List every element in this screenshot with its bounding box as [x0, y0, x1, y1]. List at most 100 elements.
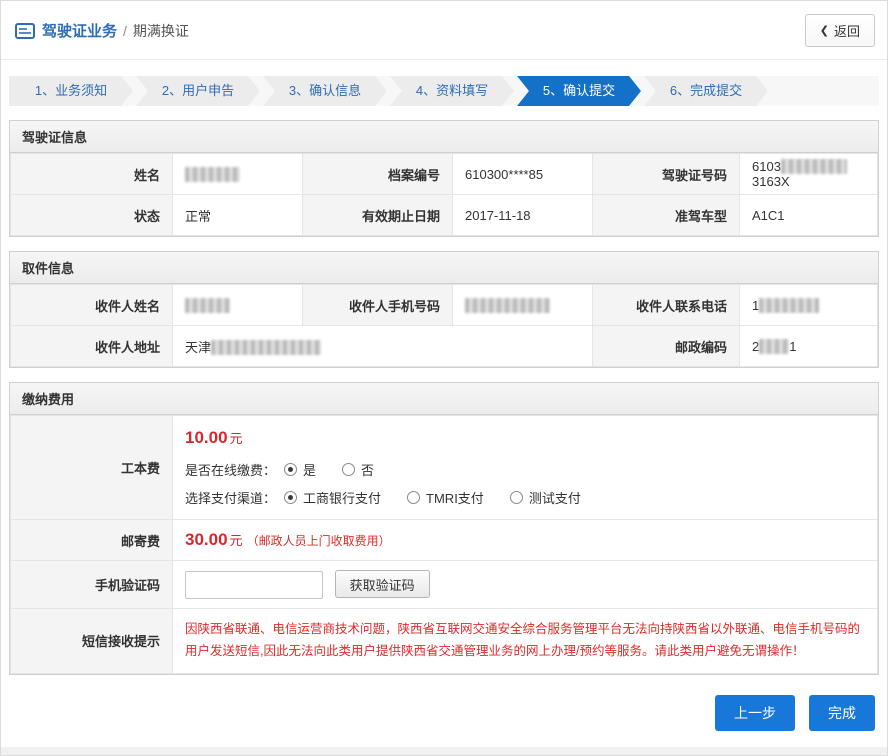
finish-button[interactable]: 完成	[809, 695, 875, 731]
radio-online-pay-yes[interactable]: 是	[284, 460, 316, 479]
captcha-cell: 获取验证码	[173, 561, 878, 609]
redacted-recipient-name	[185, 298, 230, 313]
table-row: 姓名 档案编号 610300****85 驾驶证号码 61033163X	[11, 154, 878, 195]
phone-prefix: 1	[752, 298, 759, 313]
radio-unchecked-icon	[510, 491, 523, 504]
recipient-address-value: 天津	[173, 326, 593, 367]
file-no-label: 档案编号	[303, 154, 453, 195]
channel-test-label: 测试支付	[529, 488, 581, 507]
radio-channel-icbc[interactable]: 工商银行支付	[284, 488, 381, 507]
license-no-value: 61033163X	[740, 154, 878, 195]
expiry-value: 2017-11-18	[453, 195, 593, 236]
step-label: 2、用户申告	[162, 83, 234, 98]
production-fee-amount-line: 10.00元	[185, 428, 865, 448]
redacted-address	[211, 340, 321, 355]
step-item[interactable]: 4、资料填写	[390, 76, 514, 106]
step-label: 4、资料填写	[416, 83, 488, 98]
redacted-name	[185, 167, 240, 182]
redacted-mobile	[465, 298, 550, 313]
pay-channel-caption: 选择支付渠道：	[185, 488, 276, 507]
license-card-icon	[15, 23, 35, 39]
license-info-section: 驾驶证信息 姓名 档案编号 610300****85 驾驶证号码 6103316…	[9, 120, 879, 237]
step-item[interactable]: 6、完成提交	[644, 76, 768, 106]
captcha-input[interactable]	[185, 571, 323, 599]
postal-prefix: 2	[752, 339, 759, 354]
step-label: 5、确认提交	[543, 83, 615, 98]
table-row: 手机验证码 获取验证码	[11, 561, 878, 609]
production-fee-unit: 元	[230, 431, 243, 446]
redacted-postal	[759, 339, 789, 354]
name-label: 姓名	[11, 154, 173, 195]
license-no-label: 驾驶证号码	[593, 154, 740, 195]
postal-code-label: 邮政编码	[593, 326, 740, 367]
table-row: 状态 正常 有效期止日期 2017-11-18 准驾车型 A1C1	[11, 195, 878, 236]
breadcrumb-current: 期满换证	[133, 21, 189, 41]
pickup-info-section: 取件信息 收件人姓名 收件人手机号码 收件人联系电话 1 收件人地址 天津 邮政…	[9, 251, 879, 368]
table-row: 短信接收提示 因陕西省联通、电信运营商技术问题，陕西省互联网交通安全综合服务管理…	[11, 609, 878, 674]
channel-icbc-label: 工商银行支付	[303, 488, 381, 507]
redacted-phone	[759, 298, 819, 313]
step-item[interactable]: 2、用户申告	[136, 76, 260, 106]
step-label: 3、确认信息	[289, 83, 361, 98]
radio-unchecked-icon	[342, 463, 355, 476]
step-item[interactable]: 1、业务须知	[9, 76, 133, 106]
step-navigation: 1、业务须知 2、用户申告 3、确认信息 4、资料填写 5、确认提交 6、完成提…	[9, 76, 879, 106]
page-header: 驾驶证业务 / 期满换证 ❮ 返回	[1, 1, 887, 60]
recipient-phone-value: 1	[740, 285, 878, 326]
sms-tip-label: 短信接收提示	[11, 609, 173, 674]
mail-fee-unit: 元	[230, 533, 243, 548]
status-value: 正常	[173, 195, 303, 236]
redacted-license-no	[781, 159, 847, 174]
license-no-suffix: 3163X	[752, 174, 790, 189]
pickup-section-title: 取件信息	[10, 252, 878, 284]
radio-yes-label: 是	[303, 460, 316, 479]
radio-checked-icon	[284, 491, 297, 504]
previous-step-button[interactable]: 上一步	[715, 695, 795, 731]
step-item[interactable]: 5、确认提交	[517, 76, 641, 106]
recipient-mobile-value	[453, 285, 593, 326]
radio-channel-test[interactable]: 测试支付	[510, 488, 581, 507]
radio-online-pay-no[interactable]: 否	[342, 460, 374, 479]
recipient-name-label: 收件人姓名	[11, 285, 173, 326]
mail-fee-cell: 30.00元（邮政人员上门收取费用）	[173, 520, 878, 561]
address-prefix: 天津	[185, 340, 211, 355]
expiry-label: 有效期止日期	[303, 195, 453, 236]
table-row: 收件人姓名 收件人手机号码 收件人联系电话 1	[11, 285, 878, 326]
radio-unchecked-icon	[407, 491, 420, 504]
recipient-address-label: 收件人地址	[11, 326, 173, 367]
production-fee-cell: 10.00元 是否在线缴费： 是 否 选择支付渠道：	[173, 416, 878, 520]
get-captcha-button[interactable]: 获取验证码	[335, 570, 430, 598]
table-row: 邮寄费 30.00元（邮政人员上门收取费用）	[11, 520, 878, 561]
breadcrumb-separator: /	[123, 23, 127, 39]
fee-section: 缴纳费用 工本费 10.00元 是否在线缴费： 是 否	[9, 382, 879, 675]
radio-no-label: 否	[361, 460, 374, 479]
production-fee-amount: 10.00	[185, 428, 228, 447]
status-label: 状态	[11, 195, 173, 236]
license-no-prefix: 6103	[752, 159, 781, 174]
radio-checked-icon	[284, 463, 297, 476]
sms-tip-cell: 因陕西省联通、电信运营商技术问题，陕西省互联网交通安全综合服务管理平台无法向持陕…	[173, 609, 878, 674]
bottom-strip	[1, 747, 887, 755]
mail-fee-note: （邮政人员上门收取费用）	[247, 534, 391, 548]
back-button[interactable]: ❮ 返回	[805, 14, 875, 47]
production-fee-label: 工本费	[11, 416, 173, 520]
sms-tip-text: 因陕西省联通、电信运营商技术问题，陕西省互联网交通安全综合服务管理平台无法向持陕…	[173, 609, 877, 673]
fee-section-title: 缴纳费用	[10, 383, 878, 415]
back-chevron-icon: ❮	[820, 24, 829, 37]
license-section-title: 驾驶证信息	[10, 121, 878, 153]
page-title: 驾驶证业务	[42, 20, 117, 41]
captcha-label: 手机验证码	[11, 561, 173, 609]
channel-tmri-label: TMRI支付	[426, 488, 484, 507]
name-value	[173, 154, 303, 195]
step-label: 6、完成提交	[670, 83, 742, 98]
online-pay-caption: 是否在线缴费：	[185, 460, 276, 479]
back-button-label: 返回	[834, 21, 860, 40]
file-no-value: 610300****85	[453, 154, 593, 195]
postal-code-value: 21	[740, 326, 878, 367]
recipient-phone-label: 收件人联系电话	[593, 285, 740, 326]
step-item[interactable]: 3、确认信息	[263, 76, 387, 106]
footer-actions: 上一步 完成	[13, 695, 875, 731]
radio-channel-tmri[interactable]: TMRI支付	[407, 488, 484, 507]
table-row: 收件人地址 天津 邮政编码 21	[11, 326, 878, 367]
recipient-mobile-label: 收件人手机号码	[303, 285, 453, 326]
